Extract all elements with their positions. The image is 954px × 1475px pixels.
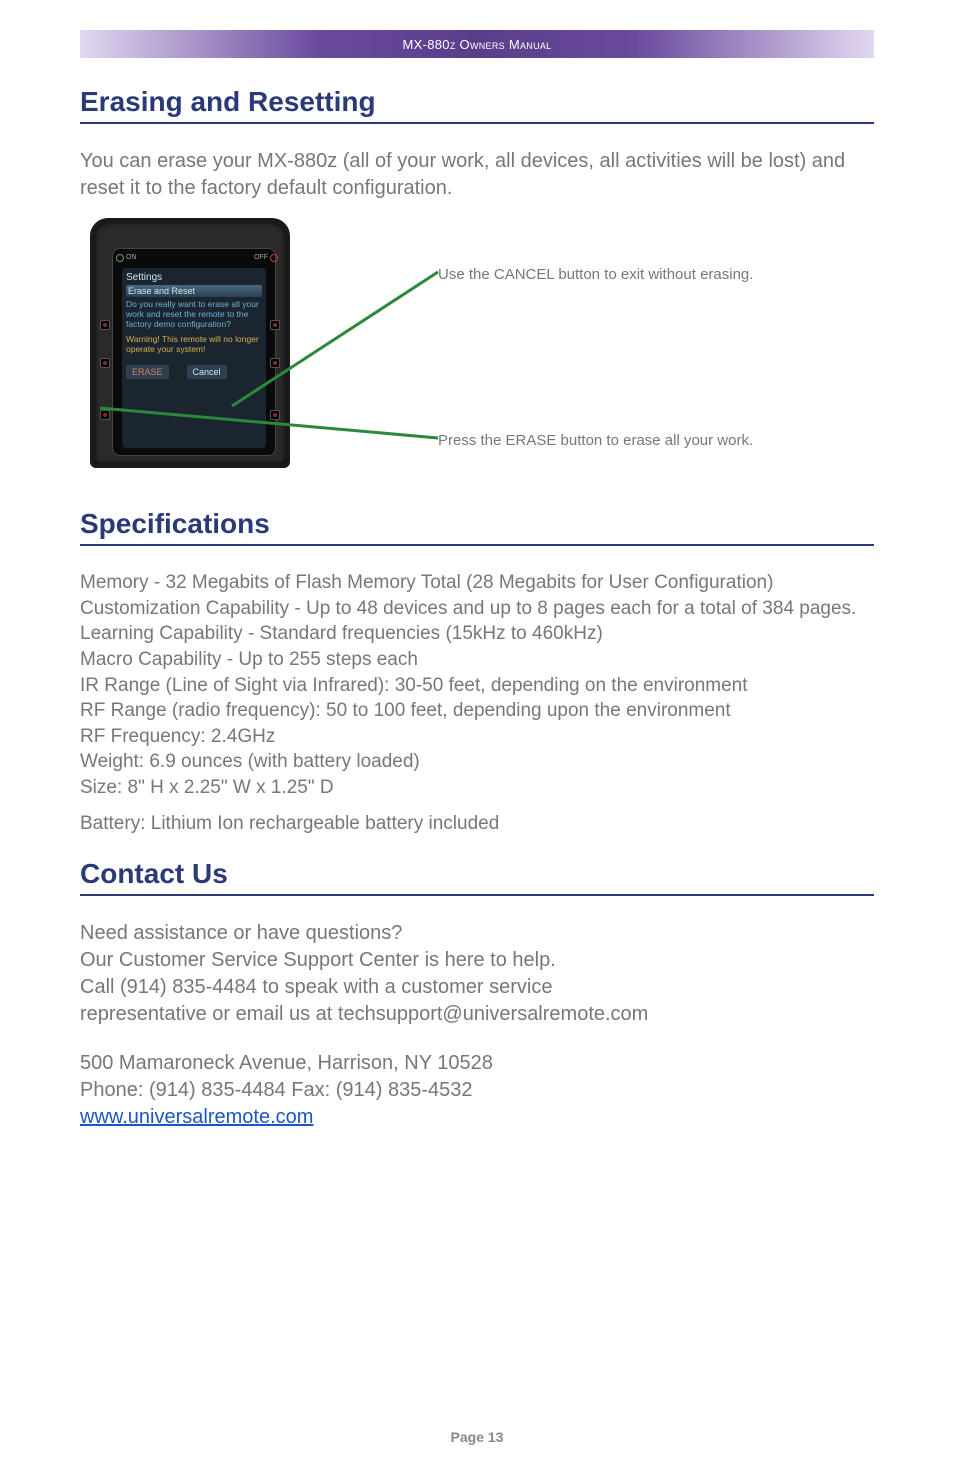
spec-rf-freq: RF Frequency: 2.4GHz (80, 724, 874, 750)
arrow-to-cancel (230, 266, 440, 286)
contact-url[interactable]: www.universalremote.com (80, 1104, 313, 1131)
callout-erase: Press the ERASE button to erase all your… (438, 432, 753, 449)
callout-cancel: Use the CANCEL button to exit without er… (438, 266, 753, 283)
section-heading-contact: Contact Us (80, 858, 874, 896)
erase-button[interactable]: ERASE (126, 365, 169, 379)
section-heading-erasing: Erasing and Resetting (80, 86, 874, 124)
contact-line3: representative or email us at techsuppor… (80, 1001, 874, 1028)
screen-warning: Warning! This remote will no longer oper… (126, 335, 262, 355)
spec-memory: Memory - 32 Megabits of Flash Memory Tot… (80, 570, 874, 596)
header-bar: MX-880z Owners Manual (80, 30, 874, 58)
spec-customization: Customization Capability - Up to 48 devi… (80, 596, 874, 622)
contact-line1: Our Customer Service Support Center is h… (80, 947, 874, 974)
contact-line2: Call (914) 835-4484 to speak with a cust… (80, 974, 874, 1001)
side-button (100, 358, 110, 368)
spec-learning: Learning Capability - Standard frequenci… (80, 621, 874, 647)
remote-diagram: ON OFF Settings Erase and Reset Do you r… (80, 218, 874, 478)
spec-ir-range: IR Range (Line of Sight via Infrared): 3… (80, 673, 874, 699)
contact-phone-fax: Phone: (914) 835-4484 Fax: (914) 835-453… (80, 1077, 874, 1104)
section-heading-specifications: Specifications (80, 508, 874, 546)
screen-subtitle: Erase and Reset (126, 285, 262, 297)
spec-size: Size: 8" H x 2.25" W x 1.25" D (80, 775, 874, 801)
spec-rf-range: RF Range (radio frequency): 50 to 100 fe… (80, 698, 874, 724)
side-button (270, 358, 280, 368)
contact-question: Need assistance or have questions? (80, 920, 874, 947)
screen-message: Do you really want to erase all your wor… (126, 300, 262, 329)
contact-address: 500 Mamaroneck Avenue, Harrison, NY 1052… (80, 1050, 874, 1077)
side-button (100, 320, 110, 330)
header-title: MX-880z Owners Manual (403, 37, 552, 52)
spec-battery: Battery: Lithium Ion rechargeable batter… (80, 811, 874, 837)
page-number: Page 13 (451, 1429, 504, 1445)
page-footer: Page 13 (0, 1429, 954, 1445)
power-off-icon (270, 254, 278, 262)
off-label: OFF (254, 254, 268, 261)
intro-text: You can erase your MX-880z (all of your … (80, 148, 874, 202)
spec-weight: Weight: 6.9 ounces (with battery loaded) (80, 749, 874, 775)
spec-macro: Macro Capability - Up to 255 steps each (80, 647, 874, 673)
cancel-button[interactable]: Cancel (187, 365, 227, 379)
side-button (270, 320, 280, 330)
power-on-icon (116, 254, 124, 262)
arrow-to-erase (98, 406, 440, 440)
on-label: ON (126, 254, 137, 261)
